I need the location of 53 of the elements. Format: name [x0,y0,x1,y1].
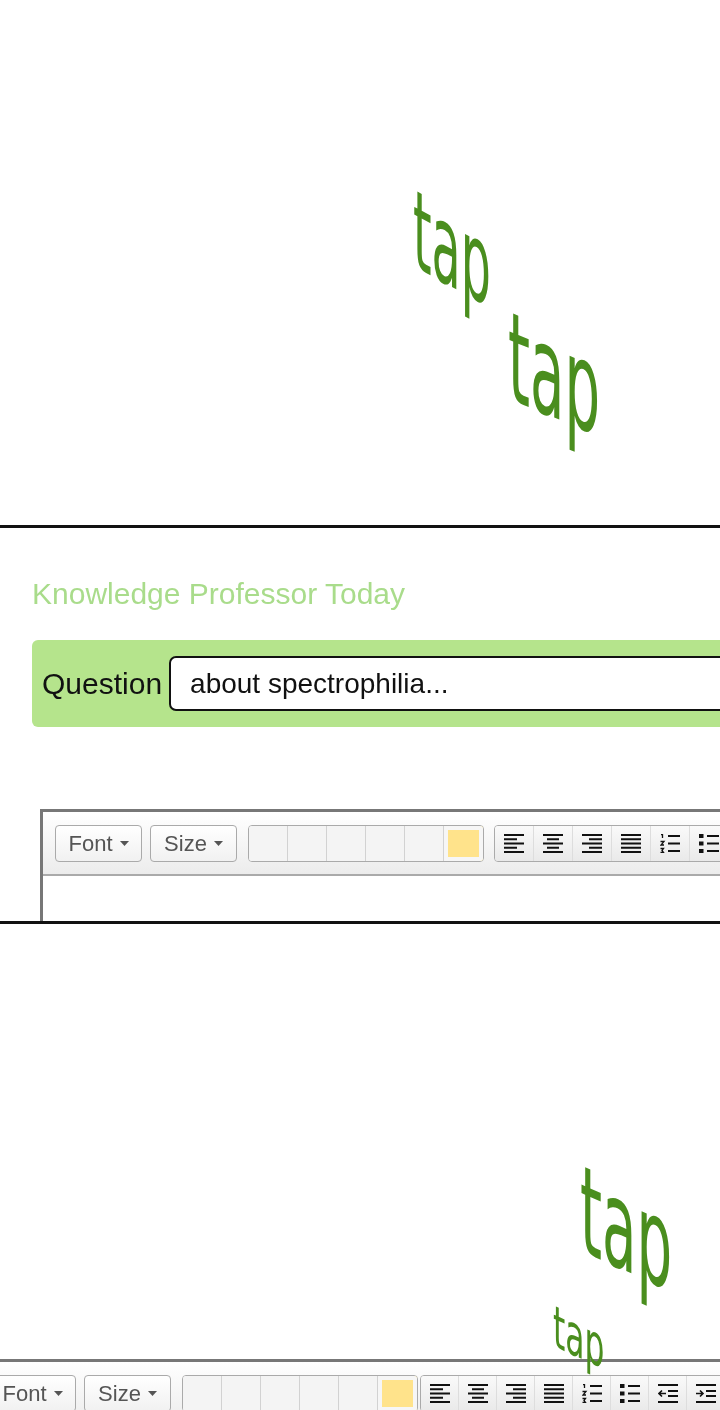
align-left-icon [429,1384,450,1403]
color-swatch[interactable] [249,826,288,861]
color-swatch[interactable] [339,1376,378,1410]
outdent-icon [657,1384,678,1403]
sound-effect-text: tap [508,285,601,465]
size-dropdown[interactable]: Size [84,1375,171,1410]
site-title: Knowledge Professor Today [32,576,406,612]
question-label: Question [42,666,163,701]
align-right-button[interactable] [497,1376,535,1410]
color-swatch[interactable] [288,826,327,861]
bullet-list-button[interactable] [690,826,720,861]
outdent-button[interactable] [649,1376,687,1410]
justify-button[interactable] [612,826,651,861]
numbered-list-icon [660,834,680,853]
color-swatch[interactable] [405,826,444,861]
justify-button[interactable] [535,1376,573,1410]
color-swatch[interactable] [378,1376,417,1410]
caret-icon [213,841,223,846]
align-center-button[interactable] [459,1376,497,1410]
sound-effect-text: tap [413,166,491,334]
align-center-button[interactable] [534,826,573,861]
question-input[interactable]: about spectrophilia... [169,656,720,711]
indent-button[interactable] [687,1376,720,1410]
bullet-list-icon [619,1384,640,1403]
color-swatch[interactable] [327,826,366,861]
color-swatch[interactable] [261,1376,300,1410]
indent-icon [695,1384,716,1403]
color-swatch[interactable] [183,1376,222,1410]
color-swatch[interactable] [366,826,405,861]
align-center-icon [467,1384,488,1403]
justify-icon [621,834,641,853]
caret-icon [147,1391,157,1396]
numbered-list-button[interactable] [651,826,690,861]
caret-icon [53,1391,63,1396]
align-left-icon [504,834,524,853]
font-dropdown[interactable]: Font [0,1375,76,1410]
color-swatch[interactable] [222,1376,261,1410]
bullet-list-icon [699,834,719,853]
size-dropdown[interactable]: Size [150,825,237,862]
align-center-icon [543,834,563,853]
align-right-button[interactable] [573,826,612,861]
numbered-list-icon [581,1384,602,1403]
align-right-icon [582,834,602,853]
align-right-icon [505,1384,526,1403]
bullet-list-button[interactable] [611,1376,649,1410]
align-left-button[interactable] [421,1376,459,1410]
font-dropdown[interactable]: Font [55,825,142,862]
justify-icon [543,1384,564,1403]
align-left-button[interactable] [495,826,534,861]
color-swatch[interactable] [444,826,483,861]
caret-icon [119,841,129,846]
numbered-list-button[interactable] [573,1376,611,1410]
color-swatch[interactable] [300,1376,339,1410]
